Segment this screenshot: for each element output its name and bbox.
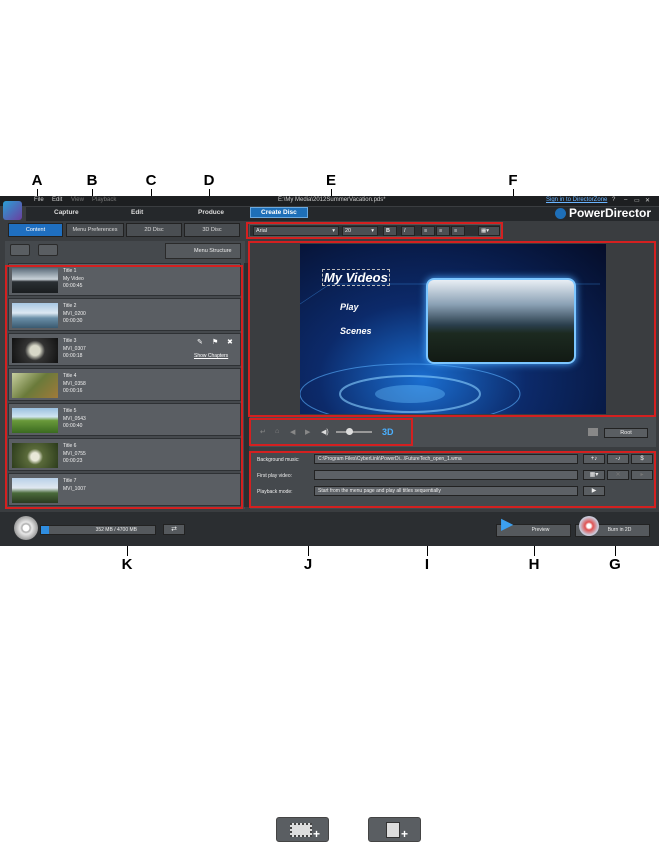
callout-box-e (246, 222, 503, 239)
play-icon: ▶ (501, 516, 514, 533)
film-icon (290, 823, 312, 837)
mode-edit[interactable]: Edit (131, 209, 143, 216)
callout-box-i (249, 451, 656, 508)
mode-capture[interactable]: Capture (54, 209, 79, 216)
help-icon[interactable]: ? (612, 197, 615, 203)
tab-2d-disc[interactable]: 2D Disc (126, 223, 182, 237)
callout-j: J (303, 556, 313, 573)
signin-link[interactable]: Sign in to DirectorZone (546, 197, 607, 203)
disc-capacity-bar: 352 MB / 4700 MB (40, 525, 156, 535)
add-title-icon[interactable] (10, 244, 30, 256)
add-menu-icon[interactable] (38, 244, 58, 256)
add-title-icon-large: + (276, 817, 329, 842)
menu-playback[interactable]: Playback (92, 197, 116, 203)
burn-disc-icon (579, 516, 599, 536)
title-bar: File Edit View Playback E:\My Media\2012… (0, 196, 659, 206)
capacity-fill (41, 526, 49, 534)
app-logo-icon (3, 201, 22, 220)
callout-i: I (424, 556, 430, 573)
callout-a: A (31, 172, 43, 189)
menu-structure-button[interactable]: Menu Structure (165, 243, 241, 259)
callout-g: G (609, 556, 621, 573)
menu-edit[interactable]: Edit (52, 197, 62, 203)
monitor-icon[interactable] (588, 428, 598, 436)
upload-icon (554, 208, 566, 220)
tab-3d-disc[interactable]: 3D Disc (184, 223, 240, 237)
root-button[interactable]: Root (604, 428, 648, 438)
callout-f: F (508, 172, 518, 189)
bottom-bar: 352 MB / 4700 MB ⇄ ▶ Preview Burn in 2D (0, 512, 659, 546)
capacity-text: 352 MB / 4700 MB (95, 527, 137, 533)
mode-create-disc[interactable]: Create Disc (250, 207, 308, 218)
callout-box-f (248, 241, 656, 417)
menu-view[interactable]: View (71, 197, 84, 203)
callout-box-controls (249, 418, 413, 446)
callout-k: K (121, 556, 133, 573)
burn-button[interactable]: Burn in 2D (575, 516, 650, 537)
callout-h: H (528, 556, 540, 573)
swap-disc-icon[interactable]: ⇄ (163, 524, 185, 535)
callout-box-k (5, 265, 243, 509)
add-menu-icon-large: + (368, 817, 421, 842)
preview-button[interactable]: ▶ Preview (496, 517, 571, 537)
disc-icon (14, 516, 38, 540)
brand-name: PowerDirector (568, 206, 651, 220)
burn-label: Burn in 2D (607, 527, 632, 533)
menu-file[interactable]: File (34, 197, 44, 203)
preview-label: Preview (531, 527, 550, 533)
mode-produce[interactable]: Produce (198, 209, 224, 216)
callout-d: D (203, 172, 215, 189)
plus-icon: + (312, 827, 320, 841)
maximize-icon[interactable]: ▭ (634, 197, 640, 204)
callout-e: E (325, 172, 336, 189)
powerdirector-logo: PowerDirector (554, 206, 651, 220)
close-icon[interactable]: ✕ (645, 197, 650, 204)
callout-b: B (86, 172, 98, 189)
callout-c: C (145, 172, 157, 189)
plus-icon: + (400, 827, 408, 841)
window-path: E:\My Media\2012SummerVacation.pds* (278, 197, 386, 203)
tab-content[interactable]: Content (8, 223, 63, 237)
tab-menu-preferences[interactable]: Menu Preferences (66, 223, 124, 237)
minimize-icon[interactable]: – (624, 197, 627, 203)
list-icon (386, 822, 400, 838)
